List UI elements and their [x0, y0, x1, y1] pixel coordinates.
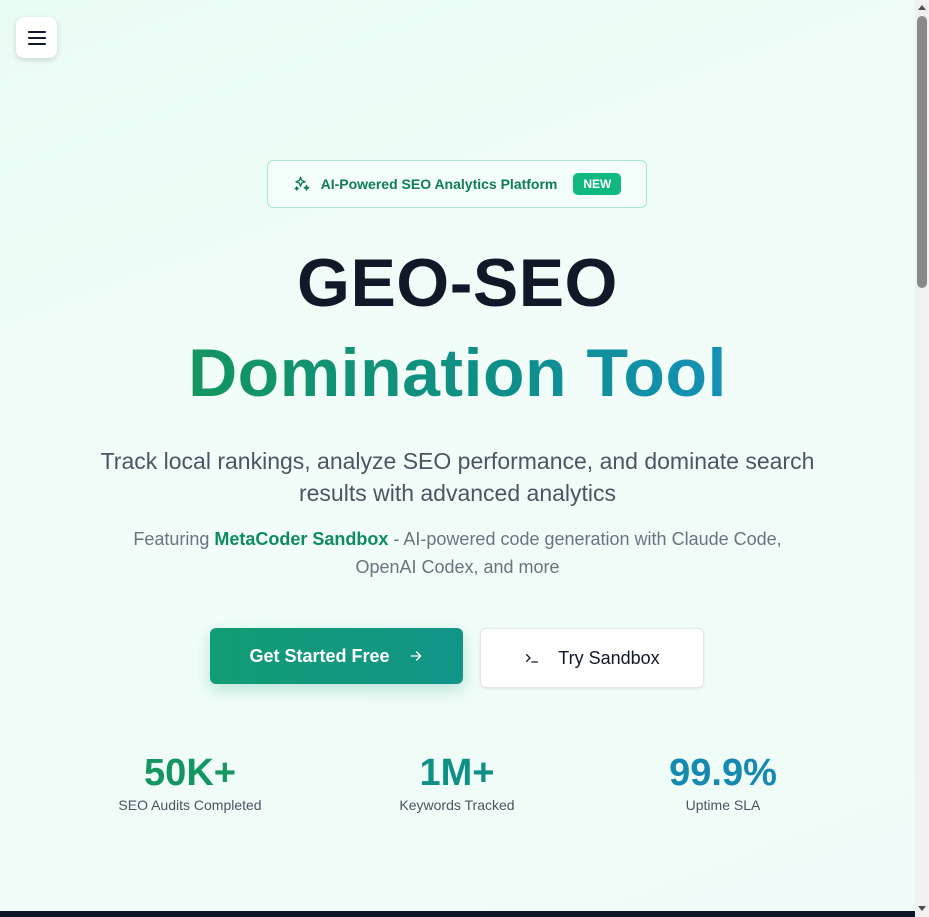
stat-label: Uptime SLA	[685, 797, 761, 813]
stat-value: 99.9%	[669, 752, 777, 794]
hero-title-line2: Domination Tool	[0, 334, 915, 412]
platform-badge: AI-Powered SEO Analytics Platform NEW	[267, 160, 647, 208]
scroll-up-arrow-icon[interactable]	[918, 5, 926, 10]
try-sandbox-button[interactable]: Try Sandbox	[480, 628, 704, 688]
hero-feature-line: Featuring MetaCoder Sandbox - AI-powered…	[120, 525, 795, 581]
stat-label: SEO Audits Completed	[118, 797, 262, 813]
terminal-icon	[526, 654, 539, 663]
sparkles-icon	[294, 176, 310, 191]
feature-highlight[interactable]: MetaCoder Sandbox	[214, 529, 388, 549]
hamburger-icon	[27, 30, 46, 45]
next-section-edge	[0, 911, 915, 917]
get-started-button[interactable]: Get Started Free	[210, 628, 463, 684]
stat-audits: 50K+ SEO Audits Completed	[80, 752, 300, 813]
hero-subtitle: Track local rankings, analyze SEO perfor…	[100, 448, 815, 506]
hero-title-line1: GEO-SEO	[297, 245, 618, 321]
badge-label: AI-Powered SEO Analytics Platform	[320, 176, 558, 192]
hero-title-gradient-text: Domination Tool	[188, 335, 727, 411]
vertical-scrollbar[interactable]	[915, 0, 929, 917]
stat-uptime: 99.9% Uptime SLA	[613, 752, 833, 813]
get-started-label: Get Started Free	[249, 645, 390, 666]
try-sandbox-label: Try Sandbox	[558, 647, 660, 668]
feature-suffix: - AI-powered code generation with Claude…	[355, 529, 782, 577]
stat-keywords: 1M+ Keywords Tracked	[347, 752, 567, 813]
feature-prefix: Featuring	[133, 529, 215, 549]
menu-button[interactable]	[16, 17, 57, 58]
stat-value: 50K+	[144, 752, 236, 794]
arrow-right-icon	[410, 651, 421, 661]
scrollbar-thumb[interactable]	[917, 16, 927, 288]
scroll-down-arrow-icon[interactable]	[918, 906, 926, 911]
page: AI-Powered SEO Analytics Platform NEW GE…	[0, 0, 915, 917]
stat-value: 1M+	[419, 752, 495, 794]
new-tag: NEW	[573, 173, 622, 195]
stat-label: Keywords Tracked	[399, 797, 515, 813]
